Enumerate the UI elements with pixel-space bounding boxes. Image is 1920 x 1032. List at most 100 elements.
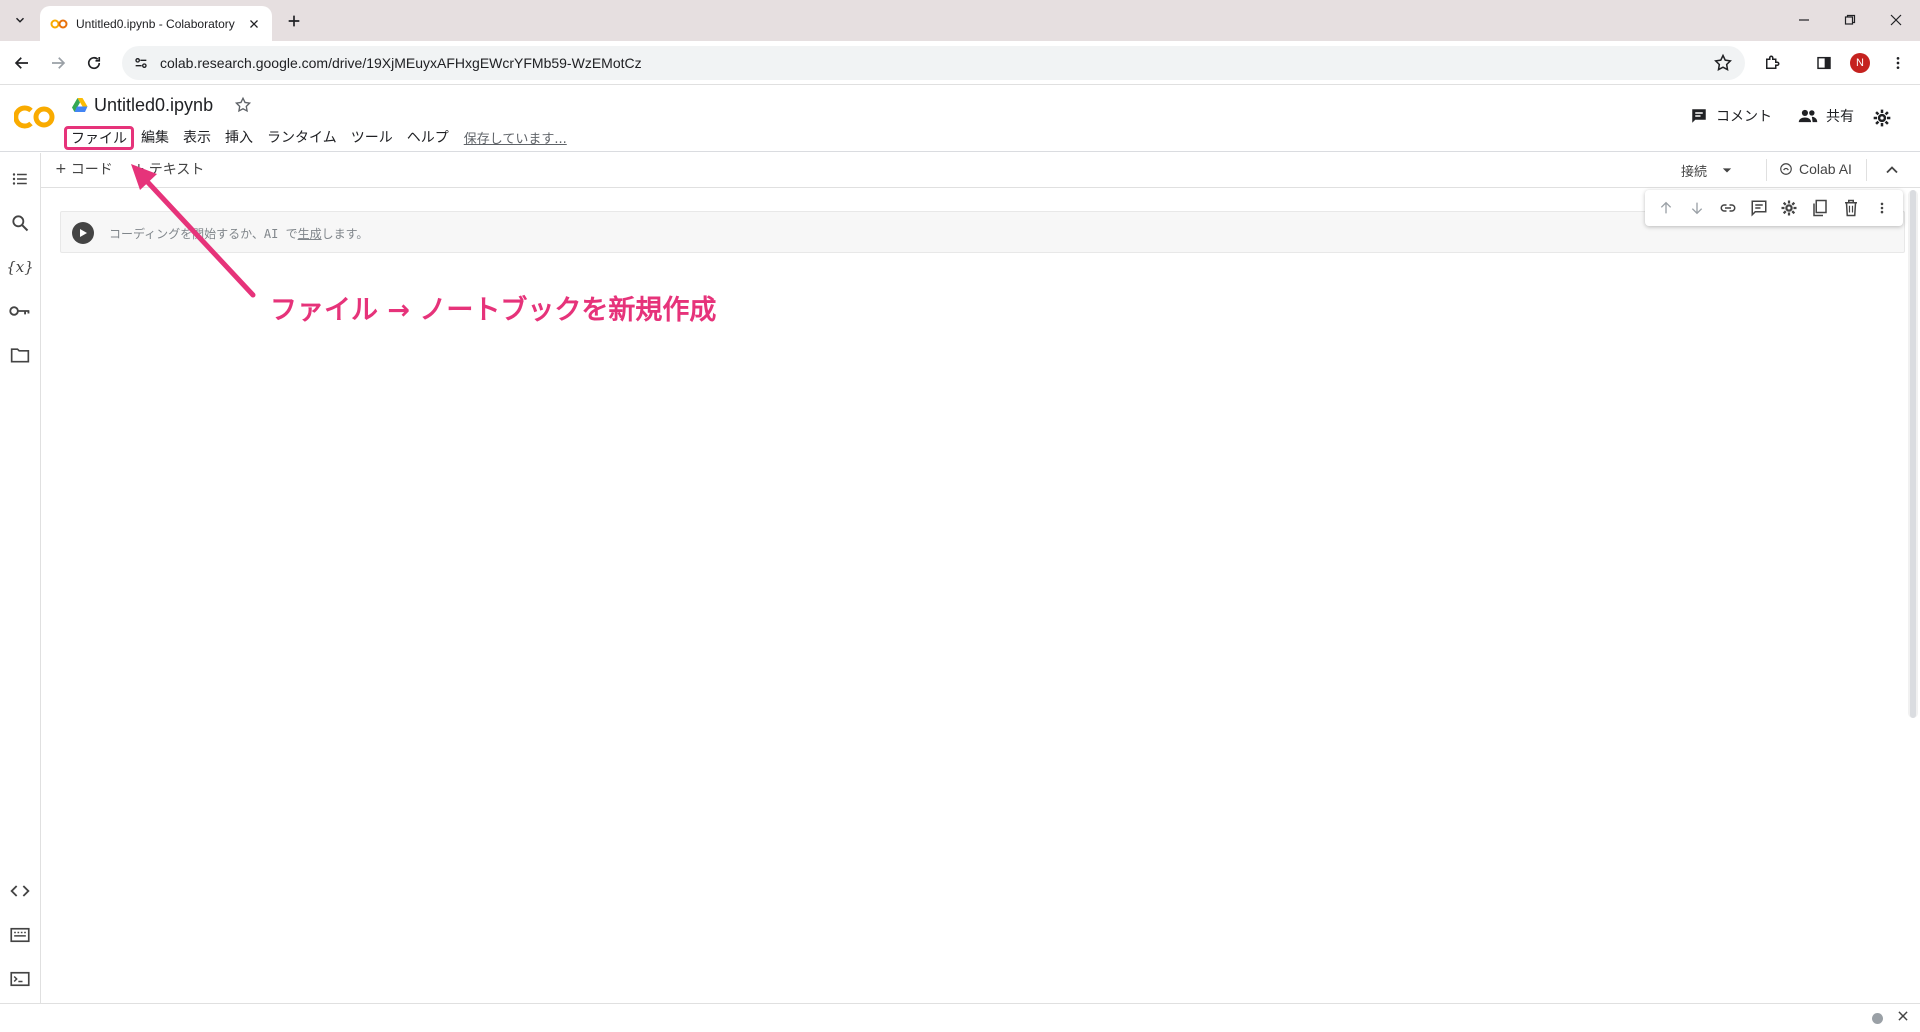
folder-icon	[10, 346, 30, 364]
toc-button[interactable]	[8, 167, 32, 191]
star-icon[interactable]	[234, 96, 254, 116]
menu-view[interactable]: 表示	[176, 126, 218, 150]
back-button[interactable]	[10, 51, 34, 75]
command-palette-icon	[10, 927, 30, 943]
chevron-up-icon[interactable]	[1882, 160, 1902, 180]
connect-label: 接続	[1681, 164, 1708, 180]
add-code-button[interactable]: + コード	[55, 159, 113, 179]
tab-title: Untitled0.ipynb - Colaboratory	[76, 16, 235, 31]
files-button[interactable]	[8, 343, 32, 367]
chevron-down-icon	[13, 13, 27, 27]
comment-label: コメント	[1716, 109, 1772, 125]
colab-header: Untitled0.ipynb ファイル 編集 表示 挿入 ランタイム ツール …	[0, 86, 1920, 152]
gear-icon[interactable]	[1872, 108, 1894, 130]
menu-insert[interactable]: 挿入	[218, 126, 260, 150]
close-icon	[1890, 14, 1902, 26]
search-icon	[10, 213, 30, 233]
status-bar	[0, 1003, 1920, 1032]
people-icon	[1798, 107, 1818, 125]
menu-edit[interactable]: 編集	[134, 126, 176, 150]
comment-button[interactable]: コメント	[1690, 106, 1772, 126]
new-tab-button[interactable]	[282, 9, 306, 33]
restore-button[interactable]	[1838, 8, 1862, 32]
plus-icon: +	[133, 161, 145, 177]
colab-logo[interactable]	[13, 104, 56, 130]
add-text-label: テキスト	[148, 162, 205, 178]
browser-menu-button[interactable]	[1886, 51, 1910, 75]
trash-icon[interactable]	[1840, 197, 1862, 219]
menu-help[interactable]: ヘルプ	[400, 126, 456, 150]
share-button[interactable]: 共有	[1798, 106, 1854, 126]
back-icon	[13, 54, 31, 72]
code-snippets-button[interactable]	[8, 879, 32, 903]
browser-tab[interactable]: Untitled0.ipynb - Colaboratory	[40, 6, 272, 41]
scrollbar-thumb[interactable]	[1910, 190, 1916, 718]
colab-ai-button[interactable]: Colab AI	[1779, 161, 1852, 177]
plus-icon: +	[55, 161, 67, 177]
close-icon[interactable]	[246, 16, 262, 32]
status-indicator	[1872, 1013, 1883, 1024]
comment-icon	[1690, 107, 1708, 125]
reload-button[interactable]	[82, 51, 106, 75]
key-icon	[9, 304, 31, 318]
profile-avatar[interactable]: N	[1850, 53, 1870, 73]
play-icon	[78, 228, 88, 238]
side-panel-icon	[1816, 55, 1832, 71]
more-vert-icon[interactable]	[1871, 197, 1893, 219]
left-sidebar: {x}	[0, 153, 41, 1003]
notebook-toolbar: + コード + テキスト 接続 Colab AI	[41, 153, 1920, 188]
window-close-button[interactable]	[1884, 8, 1908, 32]
address-bar[interactable]: colab.research.google.com/drive/19XjMEuy…	[122, 46, 1745, 80]
toolbar-divider	[1866, 159, 1867, 181]
more-vert-icon	[1890, 55, 1906, 71]
run-cell-button[interactable]	[72, 222, 94, 244]
placeholder-prefix: コーディングを開始するか、AI で	[109, 227, 298, 241]
toc-icon	[10, 170, 30, 188]
code-cell[interactable]: コーディングを開始するか、AI で生成します。	[60, 211, 1905, 253]
menu-bar: ファイル 編集 表示 挿入 ランタイム ツール ヘルプ 保存しています...	[64, 126, 575, 150]
extensions-button[interactable]	[1760, 51, 1784, 75]
drive-icon[interactable]	[72, 98, 88, 112]
minimize-button[interactable]	[1792, 8, 1816, 32]
browser-tab-strip: Untitled0.ipynb - Colaboratory	[0, 0, 1920, 41]
cell-placeholder[interactable]: コーディングを開始するか、AI で生成します。	[109, 225, 368, 242]
add-text-button[interactable]: + テキスト	[133, 159, 204, 179]
mirror-icon[interactable]	[1809, 197, 1831, 219]
colab-favicon	[50, 15, 68, 33]
colab-ai-label: Colab AI	[1799, 161, 1852, 177]
annotation-text: ファイル → ノートブックを新規作成	[270, 295, 717, 326]
browser-toolbar: colab.research.google.com/drive/19XjMEuy…	[0, 41, 1920, 85]
forward-button[interactable]	[46, 51, 70, 75]
connect-button[interactable]: 接続	[1681, 160, 1737, 180]
chevron-down-icon[interactable]	[1717, 160, 1737, 180]
close-icon[interactable]	[1896, 1009, 1914, 1027]
menu-file[interactable]: ファイル	[64, 126, 134, 150]
tab-search-button[interactable]	[8, 8, 32, 32]
terminal-button[interactable]	[8, 967, 32, 991]
arrow-up-icon[interactable]	[1655, 197, 1677, 219]
add-code-label: コード	[70, 162, 113, 178]
forward-icon	[49, 54, 67, 72]
menu-runtime[interactable]: ランタイム	[260, 126, 344, 150]
link-icon[interactable]	[1717, 197, 1739, 219]
saving-status[interactable]: 保存しています...	[456, 126, 575, 150]
colab-ai-icon	[1779, 162, 1793, 176]
generate-link[interactable]: 生成	[298, 227, 322, 241]
share-label: 共有	[1826, 109, 1854, 125]
side-panel-button[interactable]	[1812, 51, 1836, 75]
code-icon	[10, 883, 30, 899]
settings-cell-icon[interactable]	[1778, 197, 1800, 219]
reload-icon	[85, 54, 103, 72]
variables-button[interactable]: {x}	[6, 255, 34, 279]
arrow-down-icon[interactable]	[1686, 197, 1708, 219]
star-icon[interactable]	[1713, 53, 1733, 73]
secrets-button[interactable]	[8, 299, 32, 323]
search-button[interactable]	[8, 211, 32, 235]
comment-cell-icon[interactable]	[1748, 197, 1770, 219]
command-palette-button[interactable]	[8, 923, 32, 947]
menu-tools[interactable]: ツール	[344, 126, 400, 150]
notebook-title[interactable]: Untitled0.ipynb	[94, 95, 213, 116]
site-info-icon[interactable]	[132, 54, 150, 72]
restore-icon	[1844, 14, 1856, 26]
url-text: colab.research.google.com/drive/19XjMEuy…	[160, 55, 642, 71]
